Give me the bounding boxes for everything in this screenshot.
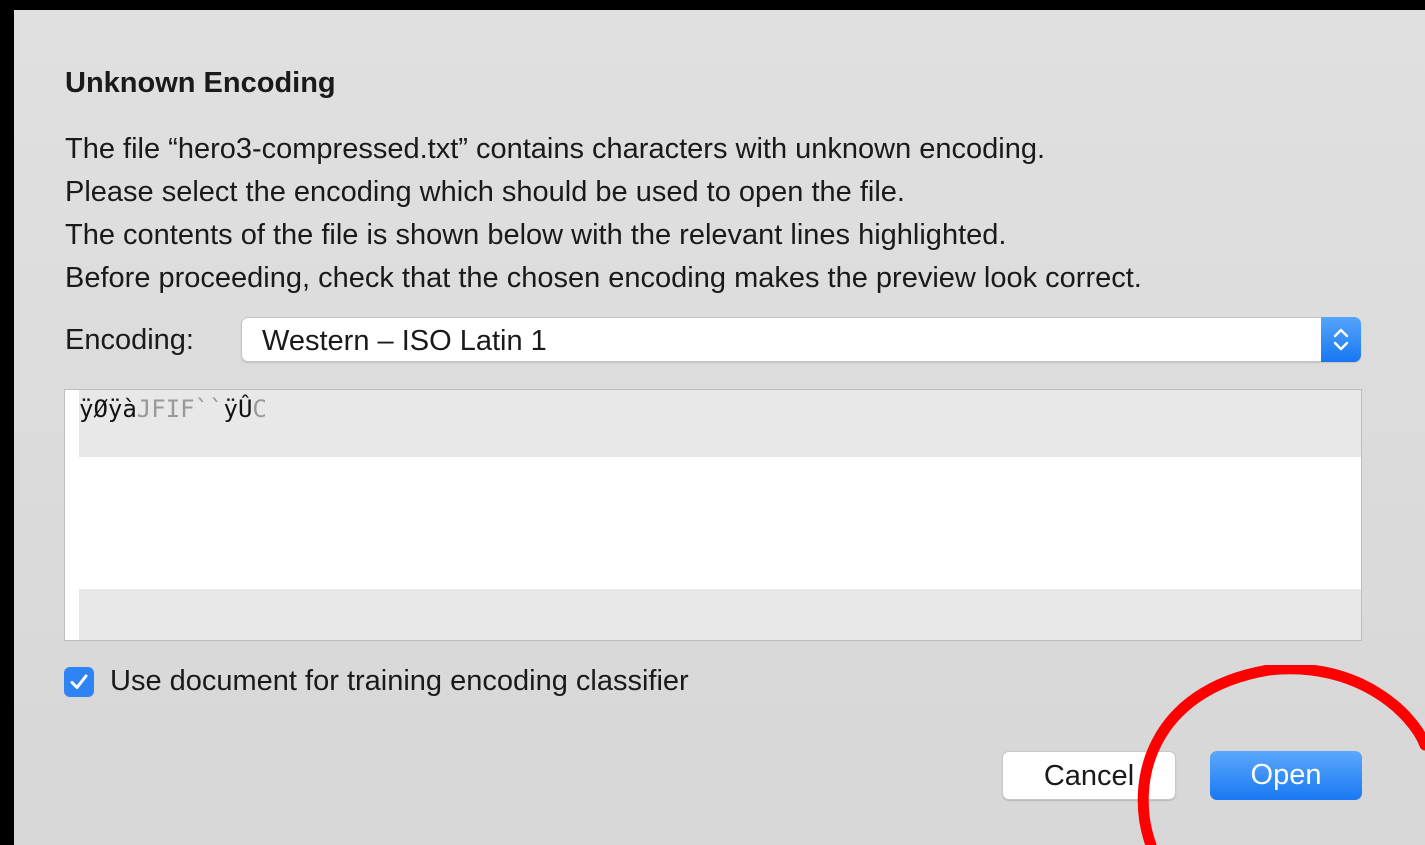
message-line: Before proceeding, check that the chosen… [65,262,1142,294]
cancel-button[interactable]: Cancel [1002,751,1176,800]
training-checkbox-label[interactable]: Use document for training encoding class… [110,665,689,698]
file-preview[interactable]: ÿØÿàJFIF``ÿÛC [64,389,1362,641]
message-line: Please select the encoding which should … [65,176,905,208]
unknown-encoding-dialog: Unknown Encoding The file “hero3-compres… [14,10,1425,845]
preview-segment: ÿØÿà [79,395,137,423]
preview-text: ÿØÿàJFIF``ÿÛC [79,395,267,423]
open-button[interactable]: Open [1210,751,1362,800]
encoding-label: Encoding: [65,324,194,356]
preview-segment: C [252,395,267,423]
select-arrows-icon[interactable] [1321,317,1361,362]
preview-segment: ÿÛ [223,395,253,423]
checkmark-icon [70,674,88,689]
message-line: The contents of the file is shown below … [65,219,1007,251]
encoding-select-value: Western – ISO Latin 1 [262,325,547,357]
highlighted-line [79,390,1361,457]
message-line: The file “hero3-compressed.txt” contains… [65,133,1046,165]
highlighted-line [79,589,1361,640]
encoding-select[interactable]: Western – ISO Latin 1 [241,317,1361,362]
training-checkbox[interactable] [64,667,94,697]
preview-segment: JFIF`` [136,395,224,423]
dialog-title: Unknown Encoding [65,67,336,99]
dialog-message: The file “hero3-compressed.txt” contains… [65,128,1142,300]
